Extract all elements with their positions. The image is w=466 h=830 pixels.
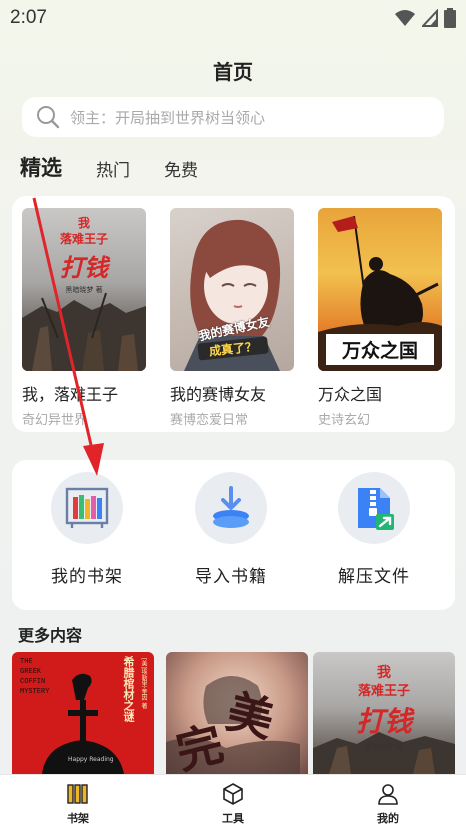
page-title: 首页 <box>213 60 253 84</box>
book-title: 万众之国 <box>318 385 383 404</box>
book-cover-fallen-prince[interactable]: 我 落难王子 打钱 黑暗晓梦 著 <box>313 652 455 774</box>
book-title: 我，落难王子 <box>22 385 119 404</box>
tool-icon-circle <box>338 472 410 544</box>
tool-icon-circle <box>51 472 123 544</box>
book-title: 我的赛博女友 <box>170 385 267 404</box>
cover-title-line3: 打钱 <box>60 254 108 282</box>
book-item[interactable]: 万众之国 万众之国 史诗玄幻 <box>318 208 442 428</box>
status-bar: 2:07 <box>0 0 466 36</box>
import-books-button[interactable]: 导入书籍 <box>171 472 291 587</box>
section-title-more: 更多内容 <box>18 626 83 645</box>
nav-label: 书架 <box>67 812 89 825</box>
search-icon <box>37 106 60 129</box>
cover-author: 黑暗晓梦 著 <box>365 743 403 751</box>
bookshelf-icon <box>65 487 109 528</box>
tab-free[interactable]: 免费 <box>164 156 198 181</box>
battery-icon <box>444 8 456 28</box>
import-icon <box>213 486 249 528</box>
nav-profile[interactable]: 我的 <box>348 783 428 826</box>
cover-title-line3: 打钱 <box>355 705 412 738</box>
cover-side-title: 希腊棺材之谜 <box>122 656 135 722</box>
book-cover-perfect[interactable]: 完 美 <box>166 652 308 774</box>
cover-title: 万众之国 <box>326 334 434 365</box>
tool-label: 解压文件 <box>338 567 410 587</box>
cover-bottom-text: Happy Reading <box>68 756 114 763</box>
search-input[interactable]: 领主：开局抽到世界树当领心 <box>22 97 444 137</box>
nav-tools[interactable]: 工具 <box>193 783 273 826</box>
wifi-icon <box>395 10 415 26</box>
cover-title-line2: 落难王子 <box>59 232 108 246</box>
status-icons <box>394 8 456 28</box>
tool-icon-circle <box>195 472 267 544</box>
category-tabs: 精选 热门 免费 <box>20 152 232 182</box>
tools-card: 我的书架 导入书籍 解压文件 <box>12 460 455 610</box>
tool-label: 我的书架 <box>51 567 123 587</box>
book-cover-greek-coffin[interactable]: THE GREEK COFFIN MYSTERY 希腊棺材之谜 [美]埃勒里·奎… <box>12 652 154 774</box>
bottom-nav: 书架 工具 我的 <box>0 774 466 830</box>
cube-icon <box>223 783 243 805</box>
status-time: 2:07 <box>10 7 47 28</box>
cover-side-author: [美]埃勒里·奎因 著 <box>140 658 147 709</box>
nav-bookshelf[interactable]: 书架 <box>38 783 118 826</box>
cover-title-line2: 落难王子 <box>357 684 410 699</box>
book-item[interactable]: 我 落难王子 打钱 黑暗晓梦 著 我，落难王子 奇幻异世界 <box>22 208 146 428</box>
cover-title-line1: 我 <box>77 216 90 230</box>
book-genre: 史诗玄幻 <box>318 413 371 428</box>
cover-author: 黑暗晓梦 著 <box>65 286 103 294</box>
tool-label: 导入书籍 <box>195 567 267 587</box>
featured-books-card: 我 落难王子 打钱 黑暗晓梦 著 我，落难王子 奇幻异世界 我的赛博女友 成真了… <box>12 196 455 432</box>
book-cover: 万众之国 <box>318 208 442 371</box>
book-cover: 我的赛博女友 成真了？ <box>170 208 294 371</box>
cover-title-line1: 我 <box>377 665 391 681</box>
book-item[interactable]: 我的赛博女友 成真了？ 我的赛博女友 赛博恋爱日常 <box>170 208 294 428</box>
book-genre: 奇幻异世界 <box>22 413 88 428</box>
profile-icon <box>378 784 398 805</box>
book-cover: 我 落难王子 打钱 黑暗晓梦 著 <box>22 208 146 371</box>
nav-label: 我的 <box>377 812 399 825</box>
my-bookshelf-button[interactable]: 我的书架 <box>27 472 147 587</box>
bookshelf-icon <box>67 784 88 804</box>
tab-featured[interactable]: 精选 <box>20 152 62 182</box>
nav-label: 工具 <box>222 812 244 825</box>
book-genre: 赛博恋爱日常 <box>170 413 249 428</box>
signal-icon <box>422 9 438 27</box>
unzip-file-button[interactable]: 解压文件 <box>314 472 434 587</box>
unzip-file-icon <box>358 488 394 530</box>
tab-popular[interactable]: 热门 <box>96 156 130 181</box>
search-placeholder: 领主：开局抽到世界树当领心 <box>70 108 266 127</box>
